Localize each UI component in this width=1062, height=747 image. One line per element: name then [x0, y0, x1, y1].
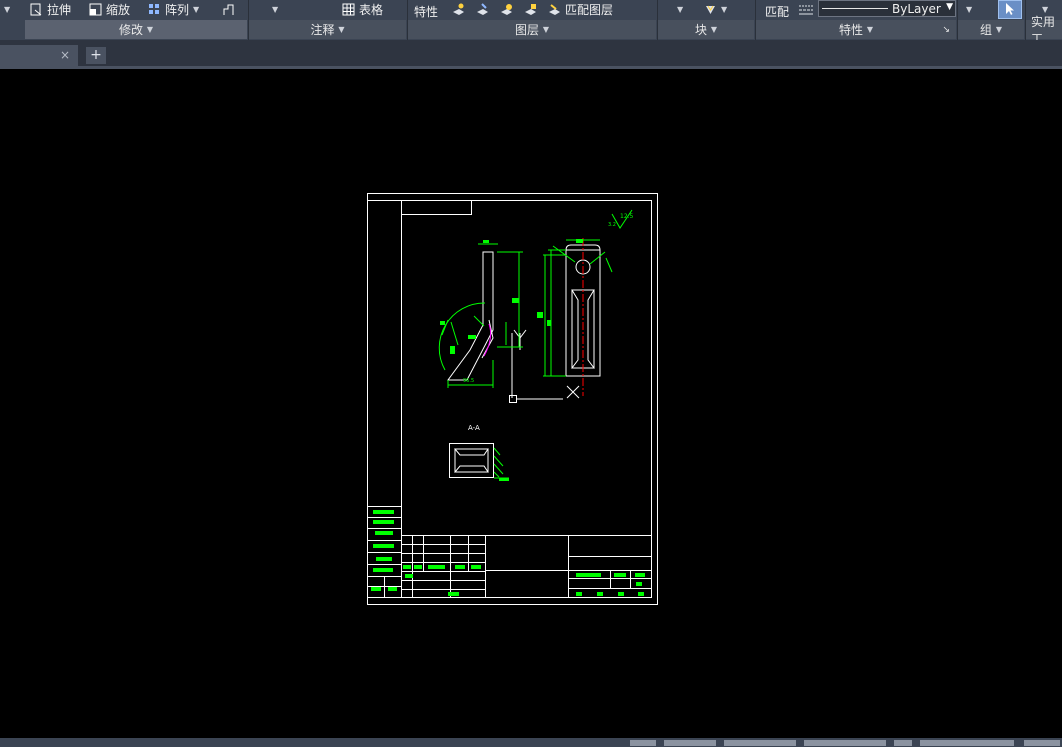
ortho-polar-icon[interactable]	[724, 740, 796, 746]
roughness-side-label: 3.2	[608, 222, 616, 228]
grid-toggle-icon[interactable]	[630, 740, 656, 746]
lineweight-preview-line	[822, 8, 888, 9]
panel-modify[interactable]: 修改 ▼	[25, 20, 247, 39]
stretch-icon	[30, 3, 42, 16]
offset-icon	[223, 4, 234, 15]
panel-properties-caret-icon: ▼	[866, 25, 873, 34]
ribbon-divider	[755, 0, 756, 40]
status-bar	[0, 738, 1062, 747]
panel-layers-caret-icon: ▼	[542, 25, 549, 34]
dimension-layer	[438, 209, 633, 479]
ribbon-divider	[248, 0, 249, 40]
drawing-code-box	[401, 200, 472, 215]
osnap-icon[interactable]	[804, 740, 886, 746]
offset-button[interactable]	[222, 1, 235, 18]
array-icon	[149, 4, 159, 14]
ribbon-divider	[1025, 0, 1026, 40]
roughness-top-label: 12.5	[620, 213, 634, 220]
layer-freeze-icon	[501, 4, 512, 15]
table-icon	[342, 3, 355, 16]
ribbon-divider	[657, 0, 658, 40]
panel-modify-caret-icon: ▼	[146, 25, 153, 34]
panel-properties-label: 特性	[839, 23, 864, 37]
drawing-file-tab[interactable]: ×	[0, 45, 78, 66]
stretch-label: 拉伸	[47, 3, 72, 17]
panel-group[interactable]: 组 ▼	[958, 20, 1024, 39]
section-aa-view	[449, 443, 494, 478]
lineweight-dropdown-icon[interactable]: ▼	[946, 2, 953, 12]
new-tab-button[interactable]: +	[86, 47, 106, 64]
panel-block-caret-icon: ▼	[710, 25, 717, 34]
panel-annotation[interactable]: 注释 ▼	[249, 20, 406, 39]
block-dropdown-icon[interactable]: ▼	[721, 5, 727, 14]
model-space-canvas[interactable]: A-A 12.5 3.2 96.5	[0, 69, 1062, 738]
block-edit-icon	[706, 5, 715, 14]
panel-group-caret-icon: ▼	[995, 25, 1002, 34]
panel-layers[interactable]: 图层 ▼	[408, 20, 656, 39]
table-label: 表格	[359, 3, 384, 17]
match-label: 匹配	[765, 5, 790, 19]
cursor-icon	[1006, 3, 1014, 15]
panel-properties-launcher-icon[interactable]: ↘	[942, 25, 950, 35]
match-layer-label: 匹配图层	[565, 3, 614, 17]
scale-button[interactable]: 缩放	[89, 1, 130, 18]
layer-tool-2[interactable]	[476, 1, 489, 18]
lineweight-value: ByLayer	[892, 1, 941, 16]
close-tab-icon[interactable]: ×	[60, 48, 70, 62]
layer-isolate-icon	[477, 3, 488, 15]
panel-properties[interactable]: 特性 ▼ ↘	[756, 20, 956, 39]
select-pointer-button[interactable]	[998, 0, 1022, 19]
match-layer-icon	[549, 4, 560, 15]
block-tool-button[interactable]: ▼	[704, 1, 727, 18]
ribbon-divider	[957, 0, 958, 40]
layer-tool-3[interactable]	[500, 1, 513, 18]
layer-properties-label: 特性	[414, 5, 439, 19]
panel-modify-label: 修改	[119, 23, 144, 37]
lineweight-select[interactable]: ByLayer ▼	[818, 0, 956, 17]
annotation-scale-icon[interactable]	[894, 740, 912, 746]
group-overflow-caret[interactable]: ▼	[966, 1, 972, 18]
file-tab-bar: × +	[0, 40, 1062, 66]
sheet-outer-border	[367, 193, 658, 605]
section-label: A-A	[468, 424, 480, 432]
ribbon: ▼ 拉伸 缩放 阵列 ▼ ▼ 表格 特性 匹配图层 ▼ ▼ 匹配 ByLayer…	[0, 0, 1062, 46]
block-overflow-caret[interactable]: ▼	[677, 1, 683, 18]
ribbon-divider	[407, 0, 408, 40]
linetype-button[interactable]	[798, 1, 814, 18]
stretch-button[interactable]: 拉伸	[30, 1, 71, 18]
match-properties-button[interactable]: 匹配	[765, 3, 789, 20]
table-button[interactable]: 表格	[342, 1, 383, 18]
bottom-dimension-label: 96.5	[463, 378, 474, 384]
panel-layers-label: 图层	[515, 23, 540, 37]
annotation-overflow-caret[interactable]: ▼	[272, 1, 278, 18]
customize-status-icon[interactable]	[1024, 740, 1060, 746]
blade-side-view	[447, 251, 513, 398]
panel-annotation-label: 注释	[310, 23, 335, 37]
ribbon-overflow-caret[interactable]: ▼	[4, 1, 10, 18]
linetype-icon	[799, 5, 813, 15]
layer-on-icon	[453, 3, 464, 15]
scale-icon	[89, 3, 102, 16]
layer-lock-icon	[525, 4, 536, 15]
cad-drawing: A-A 12.5 3.2 96.5	[367, 193, 658, 605]
ribbon-tools-row: ▼ 拉伸 缩放 阵列 ▼ ▼ 表格 特性 匹配图层 ▼ ▼ 匹配 ByLayer…	[0, 0, 1062, 19]
panel-annotation-caret-icon: ▼	[338, 25, 345, 34]
match-layer-button[interactable]: 匹配图层	[548, 1, 613, 18]
array-dropdown-icon[interactable]: ▼	[193, 5, 199, 14]
array-label: 阵列	[165, 3, 190, 17]
ucs-icon	[509, 329, 580, 403]
panel-block-label: 块	[695, 23, 708, 37]
snap-mode-icon[interactable]	[664, 740, 716, 746]
panel-utilities[interactable]: 实用工	[1026, 15, 1062, 46]
array-button[interactable]: 阵列 ▼	[148, 1, 199, 18]
layer-tool-4[interactable]	[524, 1, 537, 18]
scale-label: 缩放	[106, 3, 131, 17]
panel-group-label: 组	[980, 23, 993, 37]
workspace-switch-icon[interactable]	[920, 740, 1014, 746]
panel-block[interactable]: 块 ▼	[658, 20, 754, 39]
layer-tool-1[interactable]	[452, 1, 465, 18]
layer-properties-button[interactable]: 特性	[414, 3, 438, 20]
